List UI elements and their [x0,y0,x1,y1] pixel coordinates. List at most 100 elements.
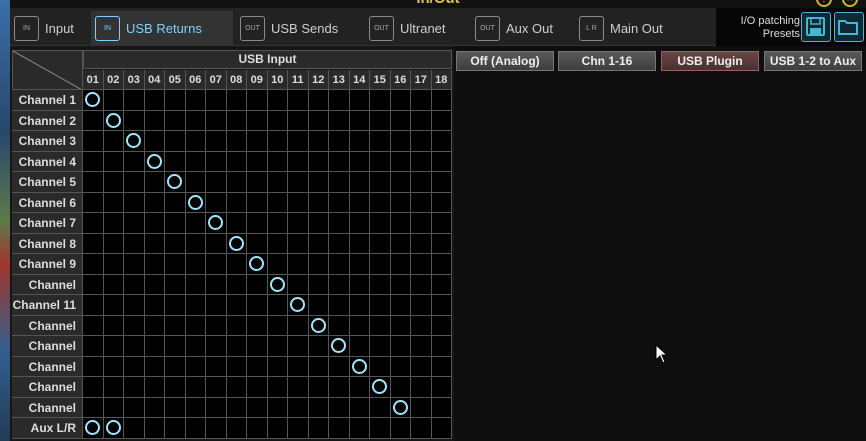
patch-cell[interactable] [247,336,268,357]
patch-cell[interactable] [267,336,288,357]
patch-cell[interactable] [247,172,268,193]
patch-cell[interactable] [103,274,124,295]
patch-cell[interactable] [124,274,145,295]
patch-cell[interactable] [103,377,124,398]
patch-cell[interactable] [103,213,124,234]
patch-cell[interactable] [83,131,104,152]
patch-cell[interactable] [206,151,227,172]
patch-cell[interactable] [247,151,268,172]
patch-cell[interactable] [226,131,247,152]
folder-icon[interactable] [834,12,864,42]
patch-cell[interactable] [124,233,145,254]
patch-cell[interactable] [329,356,350,377]
patch-cell[interactable] [267,254,288,275]
patch-cell[interactable] [103,356,124,377]
patch-cell[interactable] [349,90,370,111]
patch-cell[interactable] [431,110,452,131]
patch-cell[interactable] [390,110,411,131]
patch-cell[interactable] [206,336,227,357]
patch-cell[interactable] [349,274,370,295]
patch-cell[interactable] [124,110,145,131]
patch-cell[interactable] [308,213,329,234]
patch-cell[interactable] [103,131,124,152]
patch-cell[interactable] [308,295,329,316]
patch-cell[interactable] [411,110,432,131]
patch-cell[interactable] [411,377,432,398]
patch-cell[interactable] [83,110,104,131]
patch-cell[interactable] [103,192,124,213]
patch-cell[interactable] [226,254,247,275]
patch-cell[interactable] [349,356,370,377]
patch-cell[interactable] [206,213,227,234]
patch-cell[interactable] [390,233,411,254]
patch-cell[interactable] [288,377,309,398]
patch-cell[interactable] [288,151,309,172]
patch-cell[interactable] [267,274,288,295]
patch-cell[interactable] [185,233,206,254]
patch-cell[interactable] [411,151,432,172]
patch-cell[interactable] [370,336,391,357]
patch-cell[interactable] [124,90,145,111]
patch-cell[interactable] [308,131,329,152]
tab-usb-returns[interactable]: IN USB Returns [91,11,233,45]
patch-cell[interactable] [267,213,288,234]
patch-cell[interactable] [226,213,247,234]
patch-cell[interactable] [411,397,432,418]
patch-cell[interactable] [431,172,452,193]
patch-cell[interactable] [124,377,145,398]
patch-cell[interactable] [226,172,247,193]
usb-plugin-button[interactable]: USB Plugin [661,51,759,71]
patch-cell[interactable] [124,418,145,439]
patch-cell[interactable] [124,151,145,172]
patch-cell[interactable] [226,233,247,254]
patch-cell[interactable] [288,356,309,377]
patch-cell[interactable] [349,213,370,234]
patch-cell[interactable] [370,131,391,152]
patch-cell[interactable] [247,315,268,336]
patch-cell[interactable] [329,192,350,213]
tab-input[interactable]: IN Input [10,11,90,45]
patch-cell[interactable] [144,192,165,213]
patch-cell[interactable] [144,213,165,234]
patch-cell[interactable] [267,90,288,111]
patch-cell[interactable] [103,336,124,357]
patch-cell[interactable] [390,151,411,172]
patch-cell[interactable] [247,192,268,213]
patch-cell[interactable] [390,274,411,295]
patch-cell[interactable] [247,254,268,275]
patch-cell[interactable] [124,397,145,418]
patch-cell[interactable] [411,233,432,254]
patch-cell[interactable] [83,377,104,398]
patch-cell[interactable] [185,336,206,357]
patch-cell[interactable] [267,131,288,152]
patch-cell[interactable] [206,397,227,418]
patch-cell[interactable] [226,336,247,357]
patch-cell[interactable] [329,377,350,398]
patch-cell[interactable] [288,315,309,336]
patch-cell[interactable] [165,233,186,254]
patch-cell[interactable] [349,151,370,172]
patch-cell[interactable] [165,418,186,439]
patch-cell[interactable] [83,397,104,418]
patch-cell[interactable] [329,131,350,152]
patch-cell[interactable] [308,397,329,418]
patch-cell[interactable] [144,356,165,377]
patch-cell[interactable] [103,397,124,418]
patch-cell[interactable] [308,377,329,398]
patch-cell[interactable] [83,90,104,111]
patch-cell[interactable] [308,110,329,131]
patch-cell[interactable] [267,172,288,193]
patch-cell[interactable] [144,295,165,316]
patch-cell[interactable] [124,172,145,193]
patch-cell[interactable] [390,213,411,234]
patch-cell[interactable] [411,192,432,213]
patch-cell[interactable] [329,418,350,439]
patch-cell[interactable] [370,254,391,275]
patch-cell[interactable] [124,131,145,152]
patch-cell[interactable] [329,233,350,254]
patch-cell[interactable] [103,90,124,111]
patch-cell[interactable] [206,192,227,213]
patch-cell[interactable] [185,213,206,234]
patch-cell[interactable] [390,254,411,275]
patch-cell[interactable] [185,192,206,213]
